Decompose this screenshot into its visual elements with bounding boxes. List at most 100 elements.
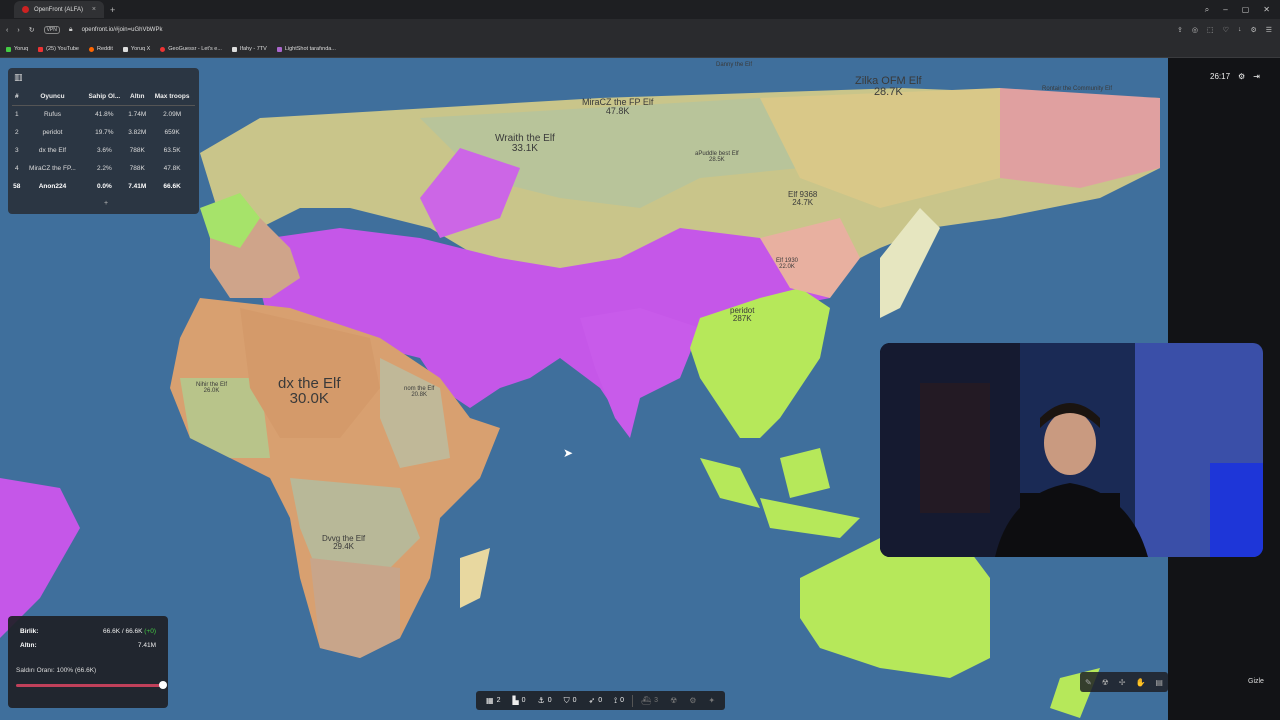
peridot-territory-indonesia[interactable] [700, 458, 760, 508]
table-row[interactable]: 3 dx the Elf 3.6% 788K 63.5K [12, 141, 195, 159]
mouse-cursor-icon: ➤ [563, 446, 574, 460]
map-label-dvvg: Dvvg the Elf 29.4K [322, 534, 366, 551]
hide-button[interactable]: Gizle [1248, 678, 1264, 685]
peridot-territory-borneo[interactable] [780, 448, 830, 498]
exit-icon[interactable]: ⇥ [1253, 72, 1260, 81]
build-toolbar: ▦ 2 ▙ 0 ⚓︎ 0 ⛉ 0 ➶ 0 ⟟ 0 ⛴ 3 ☢ ⚙ ✦ [476, 691, 726, 710]
share-icon[interactable]: ⇪ [1177, 26, 1183, 34]
map-label-wraith: Wraith the Elf 33.1K [495, 133, 555, 154]
bookmark-item[interactable]: LightShot tarafında... [276, 46, 336, 52]
table-row[interactable]: 4 MiraCZ the FP... 2.2% 788K 47.8K [12, 159, 195, 177]
south-america-territory[interactable] [0, 478, 80, 638]
pencil-icon[interactable]: ✎ [1085, 678, 1092, 687]
map-label-elf-9368: Elf 9368 24.7K [788, 190, 818, 207]
map-label-nom: nom the Elf 20.8K [404, 386, 435, 398]
toolbar-divider [632, 694, 634, 707]
col-player[interactable]: Oyuncu [21, 88, 84, 106]
table-row[interactable]: 2 peridot 19.7% 3.82M 659K [12, 123, 195, 141]
port-count[interactable]: ⚓︎ 0 [534, 696, 556, 705]
table-row[interactable]: 1 Rufus 41.8% 1.74M 2.09M [12, 105, 195, 123]
india-territory[interactable] [580, 308, 700, 438]
port-icon: ⚓︎ [537, 696, 545, 705]
gold-row: Altın: 7.41M [20, 642, 156, 649]
defense-count[interactable]: ⛉ 0 [560, 696, 581, 706]
browser-tab-bar: OpenFront (ALFA) × + ⌕ – ▢ ✕ [0, 0, 1280, 19]
browser-tab[interactable]: OpenFront (ALFA) × [14, 1, 104, 18]
attack-rate-label: Saldırı Oranı: 100% (66.6K) [16, 667, 97, 674]
hydrogen-bomb-icon: ⚙ [689, 696, 697, 705]
bookmark-favicon-icon [6, 46, 11, 52]
gold-value: 7.41M [137, 642, 156, 649]
bookmark-item[interactable]: Reddit [89, 46, 113, 52]
bookmark-item[interactable]: Ifahy - 7TV [231, 46, 267, 52]
sam-icon: ⟟ [614, 695, 618, 705]
missile-count[interactable]: ➶ 0 [585, 696, 607, 705]
close-window-icon[interactable]: ✕ [1263, 5, 1270, 15]
dvvg-the-elf-territory[interactable] [310, 558, 400, 658]
settings-icon[interactable]: ⚙ [1250, 26, 1256, 34]
hydrogen-bomb-button[interactable]: ⚙ [685, 696, 700, 705]
chukotka-territory[interactable] [1000, 88, 1160, 188]
bookmark-item[interactable]: GeoGuessr - Let's e... [160, 46, 222, 52]
factory-count[interactable]: ▙ 0 [508, 696, 529, 705]
leaderboard-table: # Oyuncu Sahip Ol... Altın Max troops 1 … [12, 88, 195, 195]
warship-icon: ⛴ [641, 696, 652, 705]
address-bar: ‹ › ↻ VPN 🔒︎ openfront.io/#join=uGhVbWPk… [0, 19, 1280, 41]
peridot-territory-islands[interactable] [760, 498, 860, 538]
bookmark-item[interactable]: Yoruq [6, 46, 28, 52]
bookmark-icon[interactable]: ♡ [1223, 26, 1229, 34]
x-icon [122, 46, 128, 52]
emoji-action-bar: ✎ ☢ ✢ ✋ ▤ [1080, 672, 1168, 692]
atom-bomb-icon: ☢ [670, 696, 678, 705]
target-icon[interactable]: ✢ [1119, 678, 1126, 687]
menu-icon[interactable]: ☰ [1266, 26, 1272, 34]
troops-value: 66.6K / 66.6K [103, 628, 143, 635]
reload-icon[interactable]: ↻ [29, 26, 35, 34]
col-rank[interactable]: # [12, 88, 22, 106]
map-label-zilka: Zilka OFM Elf 28.7K [855, 75, 922, 98]
extension-icon[interactable]: ⬚ [1207, 26, 1214, 34]
map-label-miracz: MiraCZ the FP Elf 47.8K [582, 97, 654, 116]
search-tabs-icon[interactable]: ⌕ [1205, 5, 1209, 15]
maximize-icon[interactable]: ▢ [1242, 5, 1250, 15]
col-gold[interactable]: Altın [125, 88, 150, 106]
vpn-badge[interactable]: VPN [43, 26, 60, 34]
sam-count[interactable]: ⟟ 0 [610, 696, 628, 706]
expand-leaderboard-button[interactable]: + [104, 200, 108, 207]
chat-icon[interactable]: ▤ [1155, 678, 1163, 687]
bookmark-item[interactable]: (25) YouTube [38, 46, 79, 52]
camera-icon[interactable]: ◎ [1192, 26, 1198, 34]
back-icon[interactable]: ‹ [6, 27, 8, 34]
col-owned[interactable]: Sahip Ol... [83, 88, 126, 106]
city-count[interactable]: ▦ 2 [482, 696, 504, 705]
attack-rate-slider[interactable] [16, 684, 166, 687]
minimize-icon[interactable]: – [1223, 5, 1227, 15]
url-field[interactable]: openfront.io/#join=uGhVbWPk [82, 27, 163, 33]
new-tab-icon[interactable]: + [110, 5, 115, 15]
nuke-icon[interactable]: ☢ [1102, 678, 1109, 687]
bookmark-item[interactable]: Yoruq X [122, 46, 150, 52]
atom-bomb-button[interactable]: ☢ [666, 696, 681, 705]
city-icon: ▦ [486, 696, 494, 705]
webcam-feed-image [880, 343, 1263, 557]
lock-icon: 🔒︎ [68, 26, 73, 33]
attack-rate-slider-handle[interactable] [159, 681, 167, 689]
game-timer: 26:17 ⚙ ⇥ [1210, 72, 1260, 81]
close-tab-icon[interactable]: × [92, 6, 96, 13]
bar-chart-icon[interactable]: ▥ [14, 72, 23, 83]
mirv-button[interactable]: ✦ [704, 696, 719, 705]
missile-icon: ➶ [588, 696, 596, 705]
col-troops[interactable]: Max troops [149, 88, 195, 106]
reddit-icon [89, 46, 94, 52]
leaderboard: ▥ # Oyuncu Sahip Ol... Altın Max troops … [8, 68, 199, 214]
handshake-icon[interactable]: ✋ [1135, 678, 1145, 687]
table-row-current-player[interactable]: 58 Anon224 0.0% 7.41M 66.6K [12, 177, 195, 195]
australia-territory[interactable] [800, 538, 990, 678]
warship-count[interactable]: ⛴ 3 [637, 696, 662, 705]
forward-icon[interactable]: › [17, 27, 19, 34]
settings-gear-icon[interactable]: ⚙ [1238, 72, 1245, 81]
map-label-dx-the-elf: dx the Elf 30.0K [278, 375, 341, 407]
troops-gain: (+0) [144, 628, 156, 635]
madagascar-territory[interactable] [460, 548, 490, 608]
download-icon[interactable]: ↓ [1238, 26, 1242, 34]
